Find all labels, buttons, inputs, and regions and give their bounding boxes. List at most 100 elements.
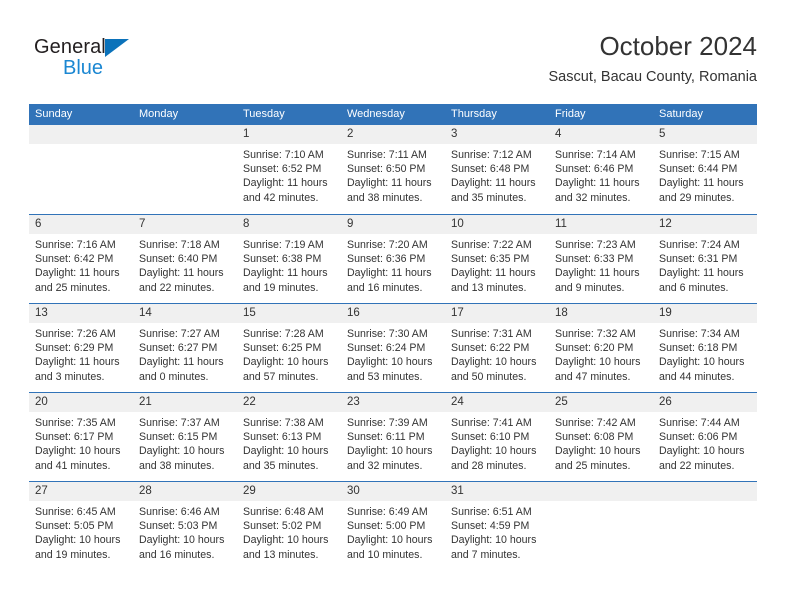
calendar-day-cell[interactable]: 2 Sunrise: 7:11 AM Sunset: 6:50 PM Daylight… bbox=[341, 125, 445, 214]
calendar-day-cell[interactable]: 17 Sunrise: 7:31 AM Sunset: 6:22 PM Dayligh… bbox=[445, 304, 549, 392]
calendar-day-cell[interactable]: 19 Sunrise: 7:34 AM Sunset: 6:18 PM Dayligh… bbox=[653, 304, 757, 392]
page-header: General Blue October 2024 Sascut, Bacau … bbox=[0, 0, 792, 96]
calendar-day-cell[interactable]: 25 Sunrise: 7:42 AM Sunset: 6:08 PM Dayligh… bbox=[549, 393, 653, 481]
calendar-day-cell[interactable]: 14 Sunrise: 7:27 AM Sunset: 6:27 PM Dayligh… bbox=[133, 304, 237, 392]
calendar-day-cell[interactable]: 31 Sunrise: 6:51 AM Sunset: 4:59 PM Dayligh… bbox=[445, 482, 549, 570]
calendar-day-cell[interactable]: 6 Sunrise: 7:16 AM Sunset: 6:42 PM Daylight… bbox=[29, 215, 133, 303]
calendar-day-cell[interactable]: 30 Sunrise: 6:49 AM Sunset: 5:00 PM Dayligh… bbox=[341, 482, 445, 570]
calendar-day-cell[interactable]: 26 Sunrise: 7:44 AM Sunset: 6:06 PM Dayligh… bbox=[653, 393, 757, 481]
day-detail-line: Daylight: 10 hours bbox=[659, 445, 745, 458]
day-detail-line: Daylight: 11 hours bbox=[451, 177, 536, 190]
day-number: 21 bbox=[139, 396, 152, 408]
calendar-day-cell[interactable]: 28 Sunrise: 6:46 AM Sunset: 5:03 PM Dayligh… bbox=[133, 482, 237, 570]
calendar-page: General Blue October 2024 Sascut, Bacau … bbox=[0, 0, 792, 612]
calendar-day-cell[interactable]: 4 Sunrise: 7:14 AM Sunset: 6:46 PM Daylight… bbox=[549, 125, 653, 214]
calendar-day-cell[interactable]: 7 Sunrise: 7:18 AM Sunset: 6:40 PM Daylight… bbox=[133, 215, 237, 303]
day-detail-line: Sunrise: 7:19 AM bbox=[243, 239, 324, 251]
day-number-band: 29 bbox=[237, 482, 341, 501]
day-detail-line: Sunset: 6:44 PM bbox=[659, 163, 738, 176]
day-number-band bbox=[29, 125, 133, 144]
day-detail-line: and 47 minutes. bbox=[555, 370, 631, 383]
day-detail-line: Daylight: 11 hours bbox=[35, 267, 120, 280]
calendar-day-cell[interactable]: 15 Sunrise: 7:28 AM Sunset: 6:25 PM Dayligh… bbox=[237, 304, 341, 392]
calendar-day-cell[interactable]: 11 Sunrise: 7:23 AM Sunset: 6:33 PM Dayligh… bbox=[549, 215, 653, 303]
day-details: Sunrise: 6:49 AM Sunset: 5:00 PM Daylight:… bbox=[341, 501, 445, 562]
title-block: October 2024 Sascut, Bacau County, Roman… bbox=[549, 30, 757, 87]
day-number: 23 bbox=[347, 396, 360, 408]
day-detail-line: Sunrise: 7:22 AM bbox=[451, 239, 532, 251]
day-detail-line: Sunrise: 7:18 AM bbox=[139, 239, 220, 251]
day-number-band: 18 bbox=[549, 304, 653, 323]
calendar-day-cell[interactable]: 23 Sunrise: 7:39 AM Sunset: 6:11 PM Dayligh… bbox=[341, 393, 445, 481]
calendar-day-cell[interactable]: 21 Sunrise: 7:37 AM Sunset: 6:15 PM Dayligh… bbox=[133, 393, 237, 481]
calendar-weeks: 1 Sunrise: 7:10 AM Sunset: 6:52 PM Daylight… bbox=[29, 125, 757, 570]
calendar-day-cell[interactable]: 3 Sunrise: 7:12 AM Sunset: 6:48 PM Daylight… bbox=[445, 125, 549, 214]
calendar-empty-cell bbox=[549, 482, 653, 570]
calendar-day-cell[interactable]: 24 Sunrise: 7:41 AM Sunset: 6:10 PM Dayligh… bbox=[445, 393, 549, 481]
calendar-day-cell[interactable]: 5 Sunrise: 7:15 AM Sunset: 6:44 PM Daylight… bbox=[653, 125, 757, 214]
day-detail-line: Sunset: 6:24 PM bbox=[347, 342, 426, 355]
day-number-band: 7 bbox=[133, 215, 237, 234]
day-number-band: 3 bbox=[445, 125, 549, 144]
weekday-header-sunday: Sunday bbox=[35, 108, 73, 120]
day-detail-line: Sunrise: 6:49 AM bbox=[347, 506, 428, 518]
day-number-band: 24 bbox=[445, 393, 549, 412]
day-detail-line: Sunset: 6:35 PM bbox=[451, 253, 530, 266]
calendar-day-cell[interactable]: 22 Sunrise: 7:38 AM Sunset: 6:13 PM Dayligh… bbox=[237, 393, 341, 481]
day-number: 5 bbox=[659, 128, 666, 140]
day-details: Sunrise: 6:48 AM Sunset: 5:02 PM Daylight:… bbox=[237, 501, 341, 562]
day-detail-line: and 7 minutes. bbox=[451, 548, 521, 561]
calendar-day-cell[interactable]: 16 Sunrise: 7:30 AM Sunset: 6:24 PM Dayligh… bbox=[341, 304, 445, 392]
calendar-week-row: 13 Sunrise: 7:26 AM Sunset: 6:29 PM Dayligh… bbox=[29, 303, 757, 392]
day-details: Sunrise: 7:20 AM Sunset: 6:36 PM Daylight:… bbox=[341, 234, 445, 295]
day-detail-line: and 22 minutes. bbox=[659, 459, 735, 472]
calendar-day-cell[interactable]: 29 Sunrise: 6:48 AM Sunset: 5:02 PM Dayligh… bbox=[237, 482, 341, 570]
day-details: Sunrise: 7:32 AM Sunset: 6:20 PM Daylight:… bbox=[549, 323, 653, 384]
day-number: 16 bbox=[347, 307, 360, 319]
weekday-header-tuesday: Tuesday bbox=[243, 108, 285, 120]
weekday-header-friday: Friday bbox=[555, 108, 586, 120]
day-detail-line: and 35 minutes. bbox=[451, 191, 527, 204]
day-number: 26 bbox=[659, 396, 672, 408]
day-detail-line: Daylight: 11 hours bbox=[243, 267, 328, 280]
day-detail-line: Sunrise: 6:51 AM bbox=[451, 506, 532, 518]
day-details: Sunrise: 7:41 AM Sunset: 6:10 PM Daylight:… bbox=[445, 412, 549, 473]
generalblue-logo: General Blue bbox=[34, 36, 234, 86]
day-details: Sunrise: 7:35 AM Sunset: 6:17 PM Daylight:… bbox=[29, 412, 133, 473]
calendar-day-cell[interactable]: 13 Sunrise: 7:26 AM Sunset: 6:29 PM Dayligh… bbox=[29, 304, 133, 392]
calendar-day-cell[interactable]: 12 Sunrise: 7:24 AM Sunset: 6:31 PM Dayligh… bbox=[653, 215, 757, 303]
calendar-day-cell[interactable]: 27 Sunrise: 6:45 AM Sunset: 5:05 PM Dayligh… bbox=[29, 482, 133, 570]
day-detail-line: Sunrise: 7:27 AM bbox=[139, 328, 220, 340]
day-detail-line: Sunset: 5:02 PM bbox=[243, 520, 322, 533]
calendar-day-cell[interactable]: 1 Sunrise: 7:10 AM Sunset: 6:52 PM Daylight… bbox=[237, 125, 341, 214]
day-detail-line: Daylight: 10 hours bbox=[347, 445, 433, 458]
day-detail-line: and 13 minutes. bbox=[451, 281, 527, 294]
day-number-band: 4 bbox=[549, 125, 653, 144]
day-detail-line: Sunrise: 7:44 AM bbox=[659, 417, 740, 429]
calendar-day-cell[interactable]: 9 Sunrise: 7:20 AM Sunset: 6:36 PM Daylight… bbox=[341, 215, 445, 303]
day-detail-line: Daylight: 10 hours bbox=[243, 534, 329, 547]
day-detail-line: Sunset: 6:10 PM bbox=[451, 431, 530, 444]
calendar-day-cell[interactable]: 8 Sunrise: 7:19 AM Sunset: 6:38 PM Daylight… bbox=[237, 215, 341, 303]
day-detail-line: and 44 minutes. bbox=[659, 370, 735, 383]
day-number: 27 bbox=[35, 485, 48, 497]
day-details: Sunrise: 7:44 AM Sunset: 6:06 PM Daylight:… bbox=[653, 412, 757, 473]
day-detail-line: Daylight: 10 hours bbox=[555, 356, 641, 369]
day-detail-line: and 16 minutes. bbox=[347, 281, 423, 294]
calendar-day-cell[interactable]: 10 Sunrise: 7:22 AM Sunset: 6:35 PM Dayligh… bbox=[445, 215, 549, 303]
day-detail-line: Daylight: 11 hours bbox=[139, 267, 224, 280]
day-detail-line: Daylight: 11 hours bbox=[555, 177, 640, 190]
day-number-band: 5 bbox=[653, 125, 757, 144]
day-detail-line: Daylight: 11 hours bbox=[347, 267, 432, 280]
day-details: Sunrise: 7:31 AM Sunset: 6:22 PM Daylight:… bbox=[445, 323, 549, 384]
day-details: Sunrise: 7:12 AM Sunset: 6:48 PM Daylight:… bbox=[445, 144, 549, 205]
day-detail-line: and 50 minutes. bbox=[451, 370, 527, 383]
calendar-day-cell[interactable]: 20 Sunrise: 7:35 AM Sunset: 6:17 PM Dayligh… bbox=[29, 393, 133, 481]
day-detail-line: Sunset: 6:40 PM bbox=[139, 253, 218, 266]
calendar-day-cell[interactable]: 18 Sunrise: 7:32 AM Sunset: 6:20 PM Dayligh… bbox=[549, 304, 653, 392]
day-detail-line: and 35 minutes. bbox=[243, 459, 319, 472]
day-number: 10 bbox=[451, 218, 464, 230]
day-detail-line: Daylight: 10 hours bbox=[451, 534, 537, 547]
day-number-band: 8 bbox=[237, 215, 341, 234]
day-detail-line: Sunrise: 7:41 AM bbox=[451, 417, 532, 429]
